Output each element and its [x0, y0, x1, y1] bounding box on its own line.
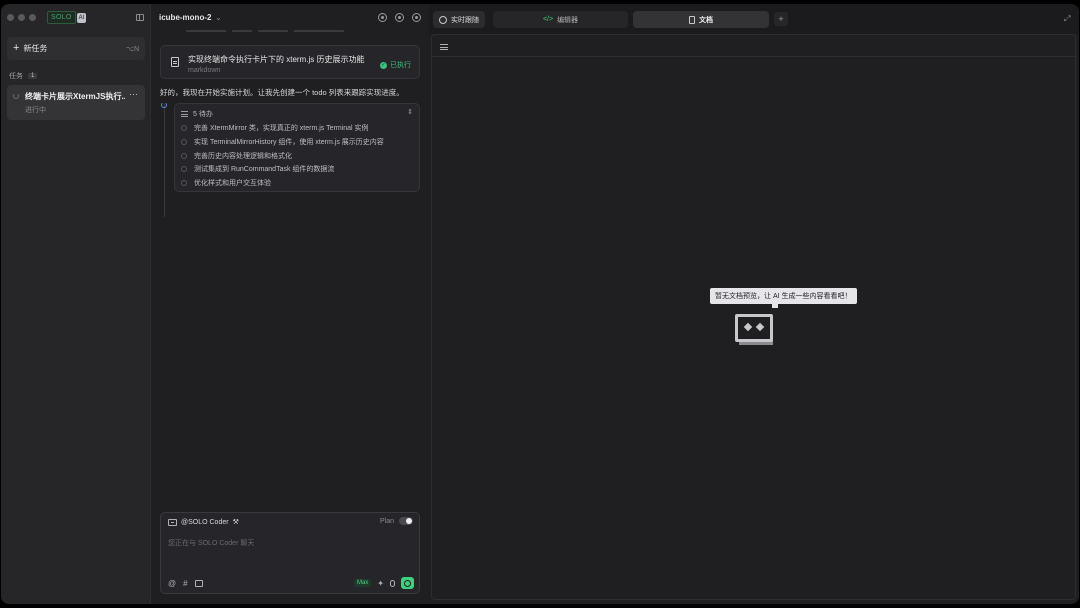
new-task-shortcut: ⌥N: [125, 45, 139, 53]
app-window: SOLO AI + 新任务 ⌥N 任务 1 终端卡片展示XtermJS执行...…: [1, 4, 1079, 604]
todo-text: 完善历史内容处理逻辑和格式化: [194, 153, 292, 160]
window-controls: [7, 14, 36, 21]
tab-docs[interactable]: 文档: [633, 11, 769, 28]
panel-toggle-icon[interactable]: [136, 14, 144, 21]
plan-file-card[interactable]: 实现终端命令执行卡片下的 xterm.js 历史展示功能 markdown ✓ …: [160, 45, 420, 79]
file-card-type: markdown: [188, 67, 221, 74]
todo-circle-icon: [181, 180, 187, 186]
bot-icon: [168, 518, 177, 526]
divider: [432, 56, 1075, 57]
tasks-header: 任务 1: [9, 71, 38, 81]
chat-input[interactable]: 您正在与 SOLO Coder 聊天: [168, 538, 254, 548]
todo-count: 5 待办: [193, 111, 213, 118]
project-selector[interactable]: icube-mono-2 ⌄: [159, 13, 221, 22]
task-status: 进行中: [25, 107, 46, 114]
document-preview: 暂无文档预览，让 AI 生成一些内容看看吧！: [431, 34, 1076, 600]
composer-tools: @ #: [168, 579, 203, 588]
todo-item: 测试集成到 RunCommandTask 组件的数据流: [181, 164, 334, 174]
file-card-name: 实现终端命令执行卡片下的 xterm.js 历史展示功能: [188, 55, 365, 64]
at-icon[interactable]: @: [168, 579, 176, 588]
project-name: icube-mono-2: [159, 13, 212, 22]
todo-header: 5 待办: [181, 109, 213, 119]
todo-item: 完善历史内容处理逻辑和格式化: [181, 151, 292, 161]
todo-circle-icon: [181, 139, 187, 145]
add-tab-button[interactable]: +: [774, 12, 788, 26]
logo-badge: AI: [76, 12, 87, 23]
tab-docs-label: 文档: [699, 16, 713, 24]
hash-icon[interactable]: #: [183, 579, 187, 588]
plan-toggle[interactable]: [399, 517, 413, 525]
maximize-window-button[interactable]: [29, 14, 36, 21]
toc-icon[interactable]: [440, 44, 448, 50]
chat-composer: @SOLO Coder ⚒ Plan 您正在与 SOLO Coder 聊天 @ …: [160, 512, 420, 594]
loading-spinner-icon: [13, 93, 19, 99]
todo-list: 5 待办 ⇕ 完善 XtermMirror 类，实现真正的 xterm.js T…: [174, 103, 420, 192]
todo-item: 优化样式和用户交互体验: [181, 178, 271, 188]
todo-item: 实现 TerminalMirrorHistory 组件，使用 xterm.js …: [181, 137, 384, 147]
timeline-rail: [164, 103, 165, 217]
tasks-count-badge: 1: [28, 73, 38, 79]
new-task-label: 新任务: [23, 44, 48, 53]
plus-icon: +: [13, 42, 20, 54]
more-options-button[interactable]: ···: [129, 89, 138, 99]
todo-text: 完善 XtermMirror 类，实现真正的 xterm.js Terminal…: [194, 125, 369, 132]
tab-editor[interactable]: </> 编辑器: [493, 11, 628, 28]
executed-label: 已执行: [390, 62, 411, 69]
logo-text: SOLO: [47, 11, 76, 24]
logo: SOLO AI: [47, 11, 87, 24]
max-mode-badge[interactable]: Max: [353, 579, 372, 587]
plan-toggle-group: Plan: [380, 517, 413, 525]
tab-bar: 实时跟随 </> 编辑器 文档 + ⤢: [429, 4, 1079, 34]
composer-actions: Max ✦: [353, 577, 414, 589]
list-icon: [181, 111, 188, 117]
send-button[interactable]: [401, 577, 414, 589]
settings-icon[interactable]: [395, 13, 404, 22]
todo-circle-icon: [181, 153, 187, 159]
todo-circle-icon: [181, 125, 187, 131]
sparkle-icon[interactable]: ✦: [377, 579, 384, 588]
todo-text: 测试集成到 RunCommandTask 组件的数据流: [194, 166, 335, 173]
image-icon[interactable]: [194, 580, 203, 587]
collapse-icon[interactable]: ⇕: [407, 108, 413, 116]
assistant-message: 好的，我现在开始实施计划。让我先创建一个 todo 列表来跟踪实现进度。: [160, 88, 404, 97]
tasks-label: 任务: [9, 73, 23, 80]
robot-icon: [735, 314, 773, 342]
minimize-window-button[interactable]: [18, 14, 25, 21]
tab-live-follow[interactable]: 实时跟随: [433, 11, 485, 28]
todo-circle-icon: [181, 166, 187, 172]
scrolled-text-remnant: [186, 26, 386, 32]
executed-status: ✓ 已执行: [380, 60, 411, 70]
todo-text: 优化样式和用户交互体验: [194, 180, 271, 187]
account-icon[interactable]: [412, 13, 421, 22]
todo-text: 实现 TerminalMirrorHistory 组件，使用 xterm.js …: [194, 139, 384, 146]
tab-editor-label: 编辑器: [557, 16, 579, 24]
sidebar: SOLO AI + 新任务 ⌥N 任务 1 终端卡片展示XtermJS执行...…: [1, 4, 151, 604]
document-icon: [689, 15, 695, 24]
chevron-down-icon: ⌄: [215, 14, 222, 22]
code-icon: </>: [542, 16, 554, 23]
agent-selector[interactable]: @SOLO Coder ⚒: [168, 518, 239, 526]
task-title: 终端卡片展示XtermJS执行...: [25, 92, 125, 101]
todo-item: 完善 XtermMirror 类，实现真正的 xterm.js Terminal…: [181, 123, 369, 133]
loading-spinner-icon: [161, 102, 167, 108]
close-window-button[interactable]: [7, 14, 14, 21]
chat-header-actions: [378, 13, 421, 22]
expand-icon[interactable]: ⤢: [1064, 15, 1072, 23]
chat-panel: icube-mono-2 ⌄ 实现终端命令执行卡片下的 xterm.js 历史展…: [152, 4, 429, 604]
empty-state-message: 暂无文档预览，让 AI 生成一些内容看看吧！: [710, 288, 857, 308]
plan-label: Plan: [379, 517, 394, 525]
task-list-item[interactable]: 终端卡片展示XtermJS执行... ··· 进行中: [7, 85, 145, 120]
new-task-button[interactable]: + 新任务 ⌥N: [7, 37, 145, 60]
tab-live-label: 实时跟随: [451, 16, 479, 24]
live-icon: [439, 15, 447, 24]
agent-tools-icon: ⚒: [232, 519, 239, 526]
mic-icon[interactable]: [390, 579, 395, 587]
history-icon[interactable]: [378, 13, 387, 22]
document-icon: [171, 57, 179, 67]
agent-name: @SOLO Coder: [181, 518, 229, 526]
check-icon: ✓: [380, 61, 387, 69]
preview-panel: 实时跟随 </> 编辑器 文档 + ⤢ 暂无文档预览，让 AI 生成一些内容看看…: [429, 4, 1079, 604]
